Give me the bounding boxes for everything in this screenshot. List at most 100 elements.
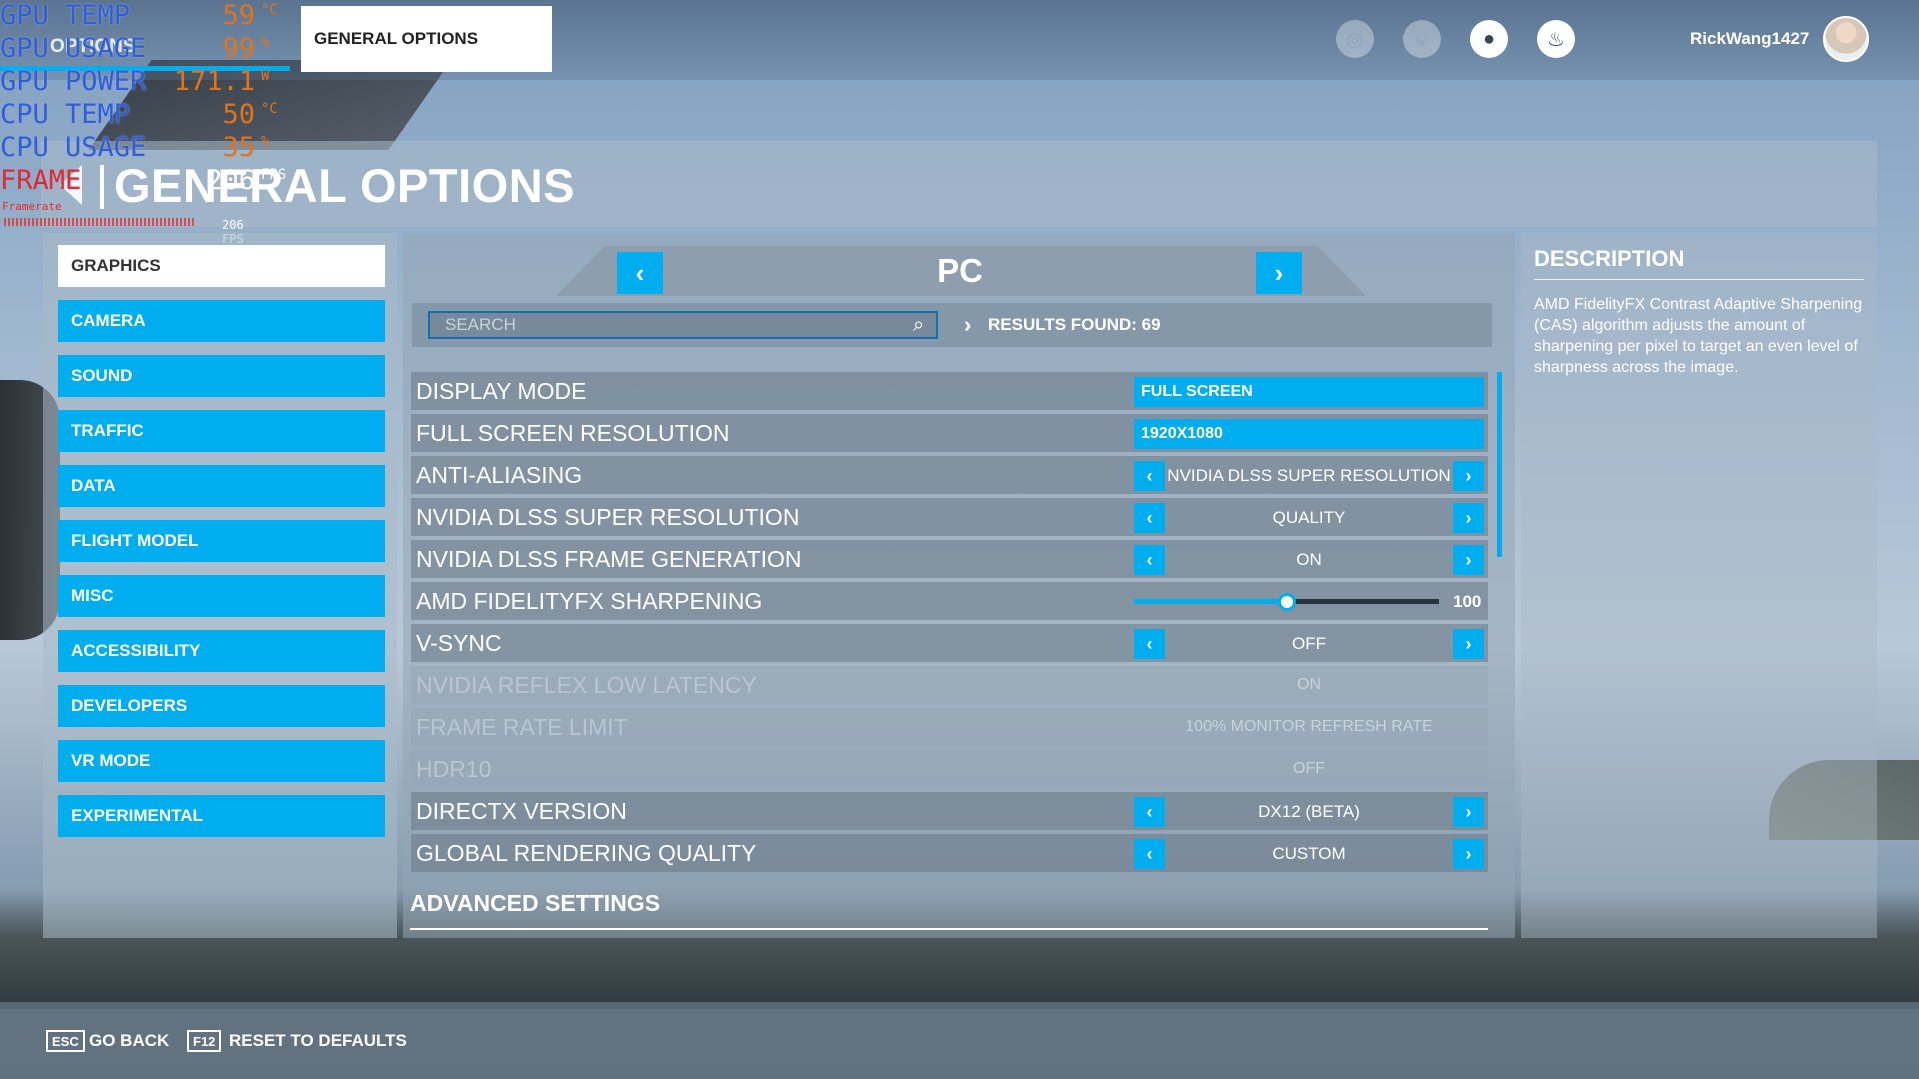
setting-row-anti-aliasing[interactable]: ANTI-ALIASING ‹ NVIDIA DLSS SUPER RESOLUTI… — [411, 456, 1488, 494]
setting-label: GLOBAL RENDERING QUALITY — [416, 840, 757, 866]
notifications-icon[interactable]: ♨ — [1537, 20, 1575, 58]
chevron-right-icon[interactable]: › — [1453, 797, 1484, 827]
setting-label: NVIDIA DLSS FRAME GENERATION — [416, 546, 802, 572]
sidebar-item-traffic[interactable]: TRAFFIC — [58, 410, 385, 452]
setting-row-hdr10: HDR10 OFF — [411, 750, 1488, 788]
slider-handle[interactable] — [1278, 593, 1296, 611]
activity-icon[interactable]: ◎ — [1336, 20, 1374, 58]
hud-framerate-graph — [4, 218, 194, 226]
hud-unit: % — [261, 134, 270, 150]
setting-value: QUALITY — [1272, 508, 1346, 527]
sidebar-item-graphics[interactable]: GRAPHICS — [58, 245, 385, 287]
chevron-left-icon[interactable]: ‹ — [1134, 797, 1165, 827]
sidebar-item-vr-mode[interactable]: VR MODE — [58, 740, 385, 782]
hud-unit: W — [261, 68, 270, 84]
preset-prev-button[interactable]: ‹ — [617, 252, 663, 294]
hud-label: GPU TEMP — [0, 0, 131, 31]
description-divider — [1534, 279, 1864, 280]
hud-value: 50 — [222, 99, 255, 130]
advanced-settings-divider — [410, 928, 1488, 930]
hud-unit: % — [261, 35, 270, 51]
tab-general-options[interactable]: GENERAL OPTIONS — [301, 6, 552, 72]
preset-label: PC — [937, 252, 983, 289]
setting-label: AMD FIDELITYFX SHARPENING — [416, 588, 763, 614]
hud-label: GPU POWER — [0, 66, 147, 97]
setting-label: ANTI-ALIASING — [416, 462, 583, 488]
sidebar-item-sound[interactable]: SOUND — [58, 355, 385, 397]
chevron-right-icon[interactable]: › — [1453, 461, 1484, 491]
setting-row-v-sync[interactable]: V-SYNC ‹ OFF › — [411, 624, 1488, 662]
setting-value: CUSTOM — [1272, 844, 1346, 863]
setting-label: FRAME RATE LIMIT — [416, 714, 628, 740]
description-text: AMD FidelityFX Contrast Adaptive Sharpen… — [1534, 296, 1863, 376]
go-back-button[interactable]: GO BACK — [89, 1031, 169, 1051]
setting-row-global-rendering-quality[interactable]: GLOBAL RENDERING QUALITY ‹ CUSTOM › — [411, 834, 1488, 872]
chevron-right-icon[interactable]: › — [964, 312, 971, 338]
hud-unit: °C — [261, 2, 278, 18]
hud-value: 99 — [222, 33, 255, 64]
hud-value: 171.1 — [173, 66, 255, 97]
setting-row-directx-version[interactable]: DIRECTX VERSION ‹ DX12 (BETA) › — [411, 792, 1488, 830]
setting-row-display-mode[interactable]: DISPLAY MODE FULL SCREEN — [411, 372, 1488, 410]
preset-next-button[interactable]: › — [1256, 252, 1302, 294]
chevron-right-icon[interactable]: › — [1453, 629, 1484, 659]
hud-framerate-caption: Framerate — [2, 200, 62, 213]
setting-row-nvidia-dlss-super-resolution[interactable]: NVIDIA DLSS SUPER RESOLUTION ‹ QUALITY › — [411, 498, 1488, 536]
sidebar-item-experimental[interactable]: EXPERIMENTAL — [58, 795, 385, 837]
results-count: RESULTS FOUND: 69 — [988, 315, 1161, 334]
esc-key-badge: ESC — [46, 1030, 85, 1052]
setting-value: DX12 (BETA) — [1258, 802, 1360, 821]
chevron-left-icon[interactable]: ‹ — [1134, 545, 1165, 575]
chevron-left-icon[interactable]: ‹ — [1134, 839, 1165, 869]
setting-row-amd-fidelityfx-sharpening[interactable]: AMD FIDELITYFX SHARPENING 100 — [411, 582, 1488, 620]
hud-unit: FPS — [261, 167, 287, 183]
setting-value: OFF — [1292, 634, 1326, 653]
profile-icon[interactable]: ● — [1470, 20, 1508, 58]
search-input[interactable] — [428, 311, 938, 339]
chevron-right-icon[interactable]: › — [1453, 503, 1484, 533]
setting-label: V-SYNC — [416, 630, 502, 656]
setting-label: NVIDIA REFLEX LOW LATENCY — [416, 672, 757, 698]
reset-defaults-button[interactable]: RESET TO DEFAULTS — [229, 1031, 407, 1051]
setting-dropdown[interactable]: 1920X1080 — [1134, 419, 1484, 449]
hud-value: 59 — [222, 0, 255, 31]
sidebar: GRAPHICS CAMERA SOUND TRAFFIC DATA FLIGH… — [43, 233, 397, 938]
advanced-settings-heading: ADVANCED SETTINGS — [410, 890, 661, 916]
setting-value: NVIDIA DLSS SUPER RESOLUTION — [1167, 466, 1451, 485]
description-title: DESCRIPTION — [1534, 246, 1685, 271]
username[interactable]: RickWang1427 — [1690, 29, 1809, 49]
hud-label: CPU TEMP — [0, 99, 131, 130]
settings-scrollbar[interactable] — [1497, 372, 1502, 557]
setting-value: ON — [1296, 550, 1322, 569]
setting-label: HDR10 — [416, 756, 492, 782]
hud-value: 35 — [222, 132, 255, 163]
chevron-left-icon[interactable]: ‹ — [1134, 629, 1165, 659]
sidebar-item-misc[interactable]: MISC — [58, 575, 385, 617]
friends-icon[interactable]: ☺ — [1403, 20, 1441, 58]
sidebar-item-data[interactable]: DATA — [58, 465, 385, 507]
avatar[interactable] — [1823, 16, 1869, 62]
slider-fill — [1134, 599, 1287, 604]
setting-value-disabled: OFF — [1293, 760, 1325, 777]
search-icon[interactable]: ⌕ — [913, 314, 924, 337]
chevron-right-icon[interactable]: › — [1453, 545, 1484, 575]
setting-label: DISPLAY MODE — [416, 378, 587, 404]
setting-row-nvidia-dlss-frame-generation[interactable]: NVIDIA DLSS FRAME GENERATION ‹ ON › — [411, 540, 1488, 578]
hud-unit: °C — [261, 101, 278, 117]
chevron-right-icon[interactable]: › — [1453, 839, 1484, 869]
hud-label: GPU USAGE — [0, 33, 147, 64]
chevron-left-icon[interactable]: ‹ — [1134, 461, 1165, 491]
hud-value: 206 — [206, 165, 255, 196]
sidebar-item-accessibility[interactable]: ACCESSIBILITY — [58, 630, 385, 672]
sidebar-item-flight-model[interactable]: FLIGHT MODEL — [58, 520, 385, 562]
sidebar-item-camera[interactable]: CAMERA — [58, 300, 385, 342]
sidebar-item-developers[interactable]: DEVELOPERS — [58, 685, 385, 727]
hud-label: FRAME — [0, 165, 82, 196]
setting-label: NVIDIA DLSS SUPER RESOLUTION — [416, 504, 800, 530]
setting-row-full-screen-resolution[interactable]: FULL SCREEN RESOLUTION 1920X1080 — [411, 414, 1488, 452]
setting-dropdown[interactable]: FULL SCREEN — [1134, 377, 1484, 407]
setting-value-disabled: ON — [1297, 676, 1321, 693]
setting-row-frame-rate-limit: FRAME RATE LIMIT 100% MONITOR REFRESH RAT… — [411, 708, 1488, 746]
chevron-left-icon[interactable]: ‹ — [1134, 503, 1165, 533]
setting-value-disabled: 100% MONITOR REFRESH RATE — [1185, 718, 1433, 735]
